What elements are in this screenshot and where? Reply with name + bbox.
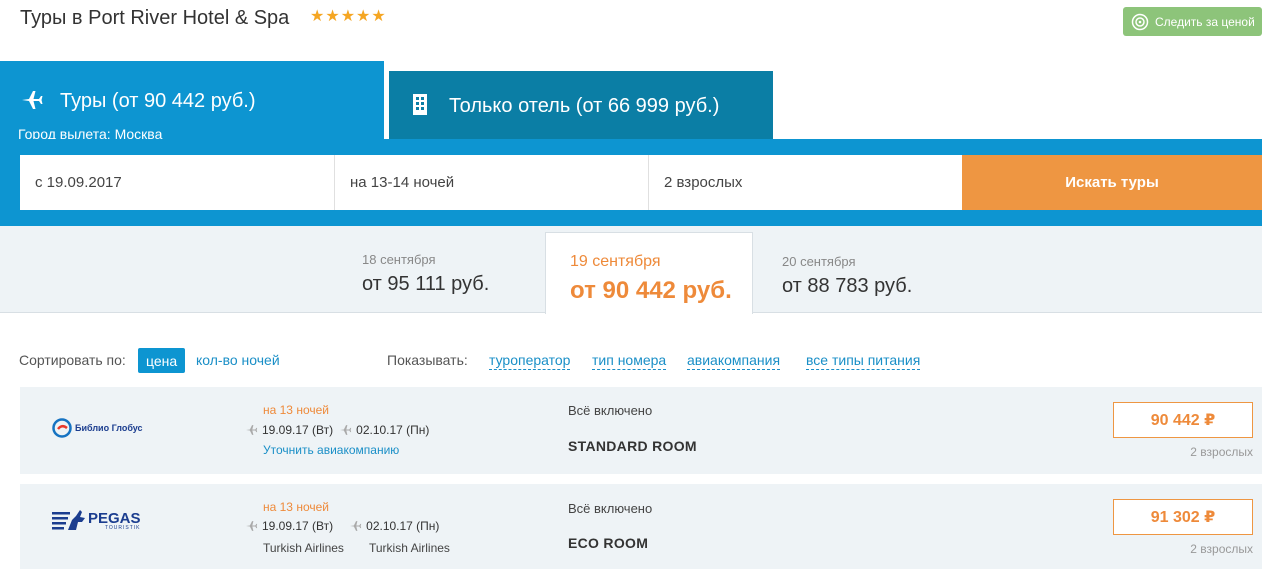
adults-count: 2 взрослых [1190,542,1253,556]
watch-price-button[interactable]: Следить за ценой [1123,7,1262,36]
meal-type: Всё включено [568,403,653,418]
return-date: 02.10.17 (Пн) [366,519,440,533]
airplane-icon [246,425,258,435]
date-option[interactable]: 20 сентября от 88 783 руб. [782,254,912,298]
date-option[interactable]: 18 сентября от 95 111 руб. [362,252,489,296]
filter-meal-type[interactable]: все типы питания [806,352,921,370]
flight-dates: 19.09.17 (Вт) 02.10.17 (Пн) [245,423,429,437]
filter-airline[interactable]: авиакомпания [687,352,781,370]
hotel-stars: ★★★★★ [310,8,387,25]
search-panel: с 19.09.2017 на 13-14 ночей 2 взрослых И… [0,139,1262,226]
return-date: 02.10.17 (Пн) [356,423,430,437]
date-option-price: от 90 442 руб. [570,277,732,304]
date-option-price: от 95 111 руб. [362,273,490,295]
result-row[interactable]: PEGAS TOURISTIK на 13 ночей 19.09.17 (Вт… [20,484,1262,569]
filter-operator[interactable]: туроператор [489,352,571,370]
airline-outbound: Turkish Airlines [263,541,344,555]
page: Туры в Port River Hotel & Spa ★★★★★ След… [0,0,1262,569]
price-button[interactable]: 90 442 ₽ [1113,402,1253,438]
date-option-date: 18 сентября [362,252,436,267]
date-option-price: от 88 783 руб. [782,275,913,297]
airplane-icon [350,521,362,531]
airplane-icon [246,521,258,531]
sort-label: Сортировать по: [19,352,126,368]
filter-room-type[interactable]: тип номера [592,352,667,370]
tab-tours-label: Туры (от 90 442 руб.) [60,90,256,112]
tab-tours[interactable]: Туры (от 90 442 руб.) Город вылета: Моск… [0,61,384,143]
flight-dates: 19.09.17 (Вт) 02.10.17 (Пн) [245,519,439,533]
departure-date: 19.09.17 (Вт) [262,519,334,533]
date-field[interactable]: с 19.09.2017 [20,155,335,210]
airplane-icon [340,425,352,435]
date-option-selected[interactable]: 19 сентября от 90 442 руб. [545,232,753,314]
departure-date: 19.09.17 (Вт) [262,423,334,437]
room-type: STANDARD ROOM [568,438,697,454]
guests-field[interactable]: 2 взрослых [649,155,962,210]
price-button[interactable]: 91 302 ₽ [1113,499,1253,535]
search-tours-button[interactable]: Искать туры [962,155,1262,210]
date-option-date: 20 сентября [782,254,856,269]
airplane-icon [22,91,43,109]
globe-icon [52,418,72,438]
tab-hotel-only[interactable]: Только отель (от 66 999 руб.) [389,71,773,139]
result-row[interactable]: Библио Глобус на 13 ночей 19.09.17 (Вт) … [20,387,1262,474]
target-icon [1131,13,1149,30]
building-icon [413,94,427,115]
tab-hotel-label: Только отель (от 66 999 руб.) [449,95,720,117]
date-option-date: 19 сентября [570,253,661,270]
operator-wordmark: PEGAS TOURISTIK [88,511,141,531]
nights-count: на 13 ночей [263,500,329,514]
operator-subname: TOURISTIK [104,525,141,531]
operator-logo-pegas: PEGAS TOURISTIK [52,508,141,534]
show-label: Показывать: [387,352,468,368]
adults-count: 2 взрослых [1190,445,1253,459]
operator-name: Библио Глобус [75,423,143,433]
nights-count: на 13 ночей [263,403,329,417]
nights-field[interactable]: на 13-14 ночей [335,155,649,210]
operator-logo-biblioglobus: Библио Глобус [52,418,143,438]
sort-by-nights-link[interactable]: кол-во ночей [196,352,280,368]
sort-by-price-button[interactable]: цена [138,348,186,373]
clarify-airline-link[interactable]: Уточнить авиакомпанию [263,443,399,457]
page-title: Туры в Port River Hotel & Spa [20,7,290,29]
operator-name: PEGAS [88,510,141,527]
meal-type: Всё включено [568,501,653,516]
airline-return: Turkish Airlines [369,541,450,555]
room-type: ECO ROOM [568,535,649,551]
watch-price-label: Следить за ценой [1155,14,1255,29]
pegasus-icon [52,510,85,530]
